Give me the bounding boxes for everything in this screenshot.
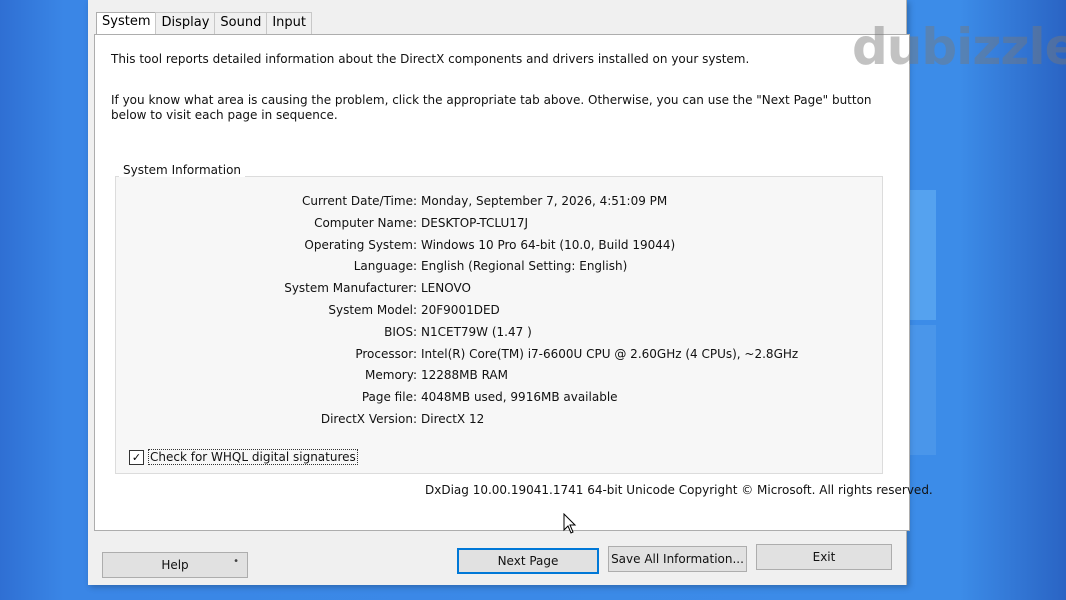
info-label: System Manufacturer: <box>284 281 417 296</box>
info-row: Computer Name: DESKTOP-TCLU17J <box>116 216 882 236</box>
exit-button[interactable]: Exit <box>756 544 892 570</box>
info-row: Memory: 12288MB RAM <box>116 368 882 388</box>
info-row: System Model: 20F9001DED <box>116 303 882 323</box>
info-label: Operating System: <box>304 237 417 252</box>
dxdiag-window: System Display Sound Input This tool rep… <box>88 0 933 585</box>
info-row: Language: English (Regional Setting: Engl… <box>116 259 882 279</box>
system-tab-panel: This tool reports detailed information a… <box>94 34 933 531</box>
info-value: DESKTOP-TCLU17J <box>421 215 529 230</box>
whql-check[interactable]: ✓ Check for WHQL digital signatures <box>129 449 358 465</box>
desktop-tile <box>908 190 936 320</box>
info-label: Processor: <box>355 346 417 361</box>
info-row: Page file: 4048MB used, 9916MB available <box>116 390 882 410</box>
save-all-button[interactable]: Save All Information... <box>608 546 747 572</box>
watermark-logo: dubizzle <box>852 18 1066 76</box>
mouse-cursor-icon <box>563 513 577 534</box>
info-label: BIOS: <box>384 324 417 339</box>
intro-text: This tool reports detailed information a… <box>111 52 750 66</box>
info-label: Page file: <box>361 390 417 405</box>
info-label: Memory: <box>365 368 417 383</box>
info-row: System Manufacturer: LENOVO <box>116 281 882 301</box>
info-value: 4048MB used, 9916MB available <box>421 390 618 405</box>
copyright-text: DxDiag 10.00.19041.1741 64-bit Unicode C… <box>425 483 933 497</box>
info-label: Language: <box>353 259 417 274</box>
desktop-tile <box>908 325 936 455</box>
info-row: Current Date/Time: Monday, September 7, 2… <box>116 194 882 214</box>
info-label: DirectX Version: <box>320 412 417 426</box>
info-value: Intel(R) Core(TM) i7-6600U CPU @ 2.60GHz… <box>421 346 799 361</box>
exit-label: Exit <box>812 550 836 564</box>
next-page-button[interactable]: Next Page <box>457 548 599 574</box>
desktop: { "tabs": ["System", "Display", "Sound",… <box>0 0 1066 600</box>
info-row: DirectX Version: DirectX 12 <box>116 412 882 432</box>
next-page-label: Next Page <box>497 554 559 568</box>
help-button[interactable]: Help • <box>102 552 248 578</box>
tab-system[interactable]: System <box>96 12 157 34</box>
tab-display[interactable]: Display <box>155 12 216 34</box>
info-label: Current Date/Time: <box>301 194 417 208</box>
info-row: Processor: Intel(R) Core(TM) i7-6600U CPU… <box>116 347 882 367</box>
info-value: 20F9001DED <box>421 303 500 317</box>
tab-input[interactable]: Input <box>266 12 313 34</box>
info-value: 12288MB RAM <box>421 368 508 383</box>
whql-checkbox[interactable]: ✓ <box>129 449 144 465</box>
info-value: DirectX 12 <box>421 412 485 426</box>
info-label: Computer Name: <box>314 215 417 230</box>
whql-label[interactable]: Check for WHQL digital signatures <box>148 449 358 465</box>
info-row: Operating System: Windows 10 Pro 64-bit (… <box>116 238 882 258</box>
info-label: System Model: <box>328 303 417 317</box>
system-info-title: System Information <box>119 163 246 177</box>
info-value: N1CET79W (1.47 ) <box>421 324 532 339</box>
dot-icon: • <box>233 556 239 567</box>
info-row: BIOS: N1CET79W (1.47 ) <box>116 325 882 345</box>
info-value: Windows 10 Pro 64-bit (10.0, Build 19044… <box>421 237 676 252</box>
save-all-label: Save All Information... <box>611 552 744 566</box>
info-value: English (Regional Setting: English) <box>421 259 628 274</box>
info-value: Monday, September 7, 2026, 4:51:09 PM <box>421 194 668 208</box>
system-info-group: Current Date/Time: Monday, September 7, 2… <box>115 176 883 474</box>
tab-sound[interactable]: Sound <box>214 12 268 34</box>
info-value: LENOVO <box>421 281 471 296</box>
intro-instructions: If you know what area is causing the pro… <box>111 93 872 122</box>
checkmark-icon: ✓ <box>131 450 142 464</box>
tab-strip: System Display Sound Input <box>96 12 313 34</box>
help-button-label: Help <box>161 558 189 572</box>
